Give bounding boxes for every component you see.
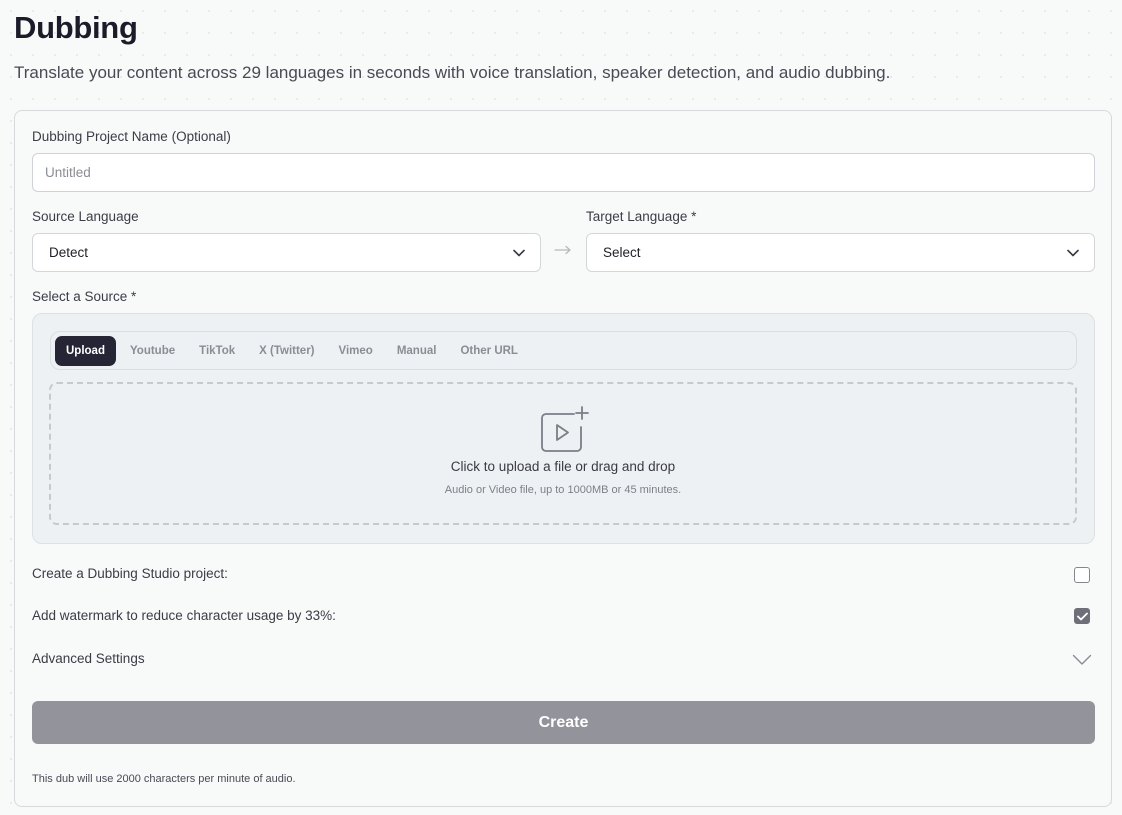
upload-sub-text: Audio or Video file, up to 1000MB or 45 … <box>444 484 682 496</box>
chevron-down-icon <box>512 246 526 260</box>
target-language-value: Select <box>603 245 641 260</box>
source-tabs: Upload Youtube TikTok X (Twitter) Vimeo … <box>50 331 1077 370</box>
chevron-down-icon <box>1066 246 1080 260</box>
watermark-checkbox[interactable] <box>1074 608 1090 624</box>
upload-main-text: Click to upload a file or drag and drop <box>450 459 676 474</box>
tab-manual[interactable]: Manual <box>385 336 449 366</box>
arrow-right-icon <box>554 239 572 261</box>
target-language-label: Target Language * <box>586 209 697 224</box>
watermark-label: Add watermark to reduce character usage … <box>32 608 336 623</box>
source-language-value: Detect <box>49 245 89 260</box>
target-language-select[interactable]: Select <box>586 233 1095 272</box>
source-language-select[interactable]: Detect <box>32 233 541 272</box>
source-panel: Upload Youtube TikTok X (Twitter) Vimeo … <box>32 313 1095 544</box>
character-usage-note: This dub will use 2000 characters per mi… <box>32 773 296 785</box>
advanced-settings-toggle[interactable]: Advanced Settings <box>32 651 145 666</box>
tab-upload[interactable]: Upload <box>55 335 116 366</box>
upload-dropzone[interactable]: Click to upload a file or drag and drop … <box>49 382 1077 525</box>
page-title: Dubbing <box>14 10 138 45</box>
tab-other-url[interactable]: Other URL <box>448 336 530 366</box>
dubbing-form-card: Dubbing Project Name (Optional) Source L… <box>14 110 1112 807</box>
check-icon <box>1076 612 1088 620</box>
project-name-input[interactable] <box>32 153 1095 192</box>
video-upload-icon <box>538 405 590 458</box>
tab-tiktok[interactable]: TikTok <box>187 336 247 366</box>
project-name-label: Dubbing Project Name (Optional) <box>32 129 231 144</box>
create-button[interactable]: Create <box>32 701 1095 744</box>
studio-project-label: Create a Dubbing Studio project: <box>32 566 228 581</box>
chevron-down-icon[interactable] <box>1072 653 1092 671</box>
select-source-label: Select a Source * <box>32 289 137 304</box>
studio-project-checkbox[interactable] <box>1074 567 1090 583</box>
tab-vimeo[interactable]: Vimeo <box>327 336 385 366</box>
page-subtitle: Translate your content across 29 languag… <box>14 63 891 82</box>
tab-youtube[interactable]: Youtube <box>118 336 187 366</box>
tab-x-twitter[interactable]: X (Twitter) <box>247 336 326 366</box>
source-language-label: Source Language <box>32 209 139 224</box>
